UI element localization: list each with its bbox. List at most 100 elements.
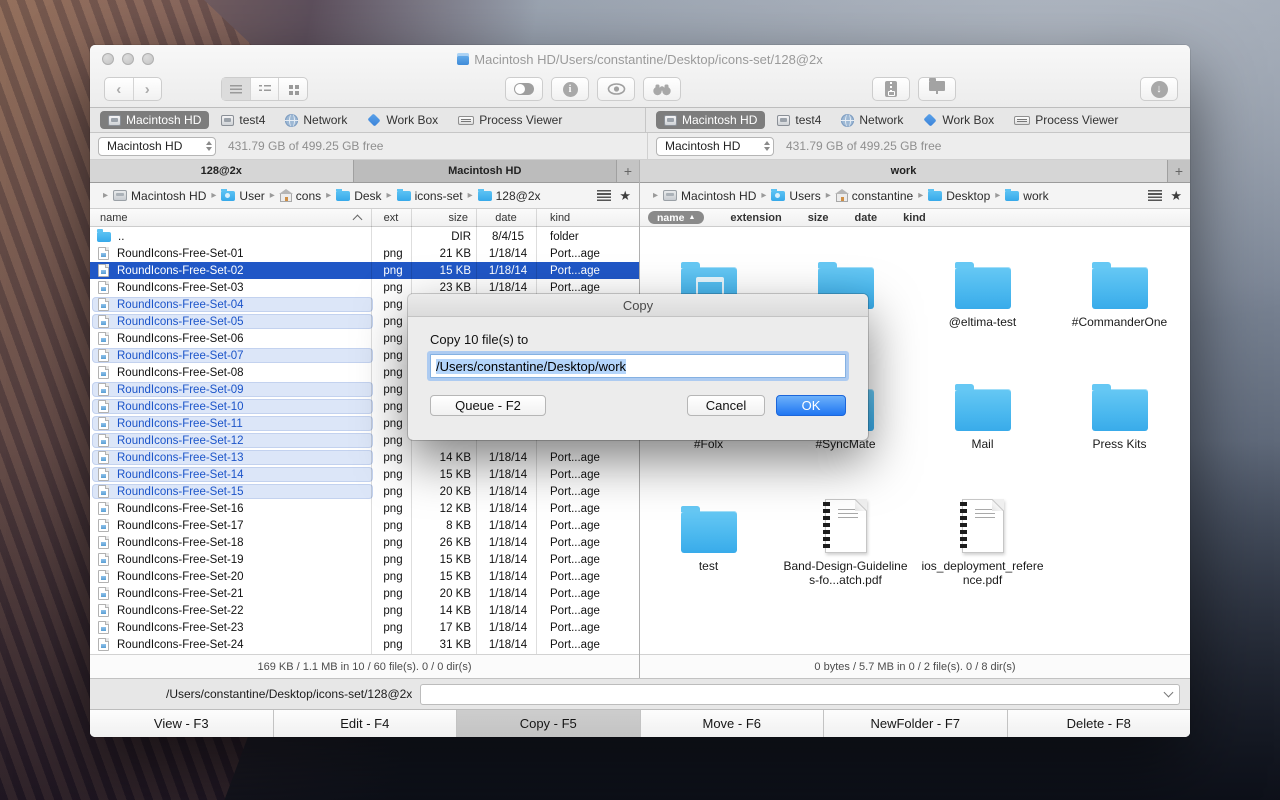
network-connect-button[interactable] xyxy=(918,77,956,101)
table-row[interactable]: RoundIcons-Free-Set-13 png 14 KB 1/18/14… xyxy=(90,449,639,466)
view-detail-button[interactable] xyxy=(251,78,280,100)
function-key-button[interactable]: View - F3 xyxy=(90,710,274,737)
minimize-button[interactable] xyxy=(122,53,134,65)
grid-item[interactable]: #CommanderOne xyxy=(1051,247,1188,369)
table-row[interactable]: RoundIcons-Free-Set-02 png 15 KB 1/18/14… xyxy=(90,262,639,279)
table-row[interactable]: RoundIcons-Free-Set-23 png 17 KB 1/18/14… xyxy=(90,619,639,636)
column-header-kind[interactable]: kind xyxy=(536,212,639,224)
grid-item[interactable]: Press Kits xyxy=(1051,369,1188,491)
sort-by-name-button[interactable]: name ▲ xyxy=(648,211,705,224)
breadcrumb-item[interactable]: ▸ constantine xyxy=(821,188,913,203)
back-button[interactable]: ‹ xyxy=(105,78,134,100)
device-tab-icon xyxy=(458,115,475,125)
favorite-star-icon[interactable]: ★ xyxy=(1170,189,1182,202)
disk-icon xyxy=(457,53,470,65)
table-row[interactable]: RoundIcons-Free-Set-16 png 12 KB 1/18/14… xyxy=(90,500,639,517)
drive-select[interactable]: Macintosh HD xyxy=(656,136,774,156)
sort-by-date-button[interactable]: date xyxy=(855,212,878,224)
path-menu-icon[interactable] xyxy=(1148,190,1163,201)
device-tab[interactable]: test4 xyxy=(213,111,273,129)
view-grid-button[interactable] xyxy=(279,78,307,100)
archive-button[interactable] xyxy=(872,77,910,101)
cell-name: RoundIcons-Free-Set-08 xyxy=(92,365,373,380)
view-list-button[interactable] xyxy=(222,78,251,100)
cell-size: 12 KB xyxy=(439,502,471,515)
command-combobox[interactable] xyxy=(420,683,1180,705)
folder-tab[interactable]: work xyxy=(640,160,1168,182)
new-tab-button[interactable]: + xyxy=(1168,160,1190,182)
path-menu-icon[interactable] xyxy=(597,190,612,201)
new-tab-button[interactable]: + xyxy=(617,160,639,182)
column-header-ext[interactable]: ext xyxy=(371,212,411,224)
table-row[interactable]: .. DIR 8/4/15 folder xyxy=(90,228,639,245)
folder-tab[interactable]: Macintosh HD xyxy=(353,160,617,182)
sort-by-size-button[interactable]: size xyxy=(808,212,829,224)
forward-button[interactable]: › xyxy=(134,78,162,100)
close-button[interactable] xyxy=(102,53,114,65)
function-key-button[interactable]: Edit - F4 xyxy=(273,710,457,737)
device-tab[interactable]: Work Box xyxy=(915,111,1002,129)
breadcrumb-label: Desktop xyxy=(946,188,991,203)
grid-item[interactable]: test xyxy=(640,491,777,613)
device-tab[interactable]: Network xyxy=(833,111,911,129)
device-tab[interactable]: Macintosh HD xyxy=(656,111,766,129)
grid-item[interactable]: ios_deployment_reference.pdf xyxy=(914,491,1051,613)
breadcrumb-item[interactable]: ▸ Macintosh HD xyxy=(648,189,756,203)
file-type-icon xyxy=(98,536,109,549)
breadcrumb-item[interactable]: ▸ work xyxy=(990,188,1049,203)
column-header-date[interactable]: date xyxy=(476,212,536,224)
grid-item[interactable]: Mail xyxy=(914,369,1051,491)
zoom-button[interactable] xyxy=(142,53,154,65)
table-row[interactable]: RoundIcons-Free-Set-18 png 26 KB 1/18/14… xyxy=(90,534,639,551)
folder-tab[interactable]: 128@2x xyxy=(90,160,354,182)
cell-name: RoundIcons-Free-Set-03 xyxy=(92,280,373,295)
table-row[interactable]: RoundIcons-Free-Set-14 png 15 KB 1/18/14… xyxy=(90,466,639,483)
table-row[interactable]: RoundIcons-Free-Set-01 png 21 KB 1/18/14… xyxy=(90,245,639,262)
queue-button[interactable]: Queue - F2 xyxy=(430,395,546,416)
function-key-button[interactable]: Move - F6 xyxy=(640,710,824,737)
device-tab[interactable]: test4 xyxy=(769,111,829,129)
device-tab[interactable]: Macintosh HD xyxy=(100,111,210,129)
sort-by-kind-button[interactable]: kind xyxy=(903,212,926,224)
info-button[interactable]: i xyxy=(551,77,589,101)
sort-by-extension-button[interactable]: extension xyxy=(730,212,781,224)
breadcrumb-item[interactable]: ▸ 128@2x xyxy=(463,188,541,203)
function-key-button[interactable]: Copy - F5 xyxy=(457,710,641,737)
table-row[interactable]: RoundIcons-Free-Set-24 png 31 KB 1/18/14… xyxy=(90,636,639,653)
drive-select[interactable]: Macintosh HD xyxy=(98,136,216,156)
ok-button[interactable]: OK xyxy=(776,395,846,416)
table-row[interactable]: RoundIcons-Free-Set-20 png 15 KB 1/18/14… xyxy=(90,568,639,585)
table-row[interactable]: RoundIcons-Free-Set-25 png 16 KB 1/18/14… xyxy=(90,653,639,654)
table-row[interactable]: RoundIcons-Free-Set-21 png 20 KB 1/18/14… xyxy=(90,585,639,602)
grid-item[interactable]: @eltima-test xyxy=(914,247,1051,369)
breadcrumb-item[interactable]: ▸ Desk xyxy=(321,188,382,203)
show-hidden-button[interactable] xyxy=(597,77,635,101)
table-row[interactable]: RoundIcons-Free-Set-19 png 15 KB 1/18/14… xyxy=(90,551,639,568)
breadcrumb-item[interactable]: ▸ User xyxy=(206,188,265,203)
table-row[interactable]: RoundIcons-Free-Set-22 png 14 KB 1/18/14… xyxy=(90,602,639,619)
breadcrumb-item[interactable]: ▸ Desktop xyxy=(913,188,991,203)
grid-item[interactable]: Band-Design-Guidelines-fo...atch.pdf xyxy=(777,491,914,613)
table-row[interactable]: RoundIcons-Free-Set-15 png 20 KB 1/18/14… xyxy=(90,483,639,500)
destination-path-input[interactable]: /Users/constantine/Desktop/work xyxy=(430,354,846,378)
function-key-button[interactable]: Delete - F8 xyxy=(1007,710,1190,737)
cancel-button[interactable]: Cancel xyxy=(687,395,765,416)
device-tab[interactable]: Process Viewer xyxy=(450,111,570,129)
column-header-size[interactable]: size xyxy=(411,212,476,224)
column-header-name[interactable]: name xyxy=(90,212,371,224)
downloads-button[interactable]: ↓ xyxy=(1140,77,1178,101)
breadcrumb-item[interactable]: ▸ Macintosh HD xyxy=(98,189,206,203)
favorite-star-icon[interactable]: ★ xyxy=(619,189,631,202)
toggle-panels-button[interactable] xyxy=(505,77,543,101)
device-tab[interactable]: Process Viewer xyxy=(1006,111,1126,129)
device-tab[interactable]: Work Box xyxy=(359,111,446,129)
device-tab-label: Macintosh HD xyxy=(126,113,202,127)
breadcrumb-item[interactable]: ▸ Users xyxy=(756,188,821,203)
table-row[interactable]: RoundIcons-Free-Set-17 png 8 KB 1/18/14 … xyxy=(90,517,639,534)
breadcrumb-icon xyxy=(278,188,293,202)
function-key-button[interactable]: NewFolder - F7 xyxy=(824,710,1008,737)
search-button[interactable] xyxy=(643,77,681,101)
device-tab[interactable]: Network xyxy=(277,111,355,129)
breadcrumb-item[interactable]: ▸ cons xyxy=(265,188,321,203)
breadcrumb-item[interactable]: ▸ icons-set xyxy=(382,188,463,203)
